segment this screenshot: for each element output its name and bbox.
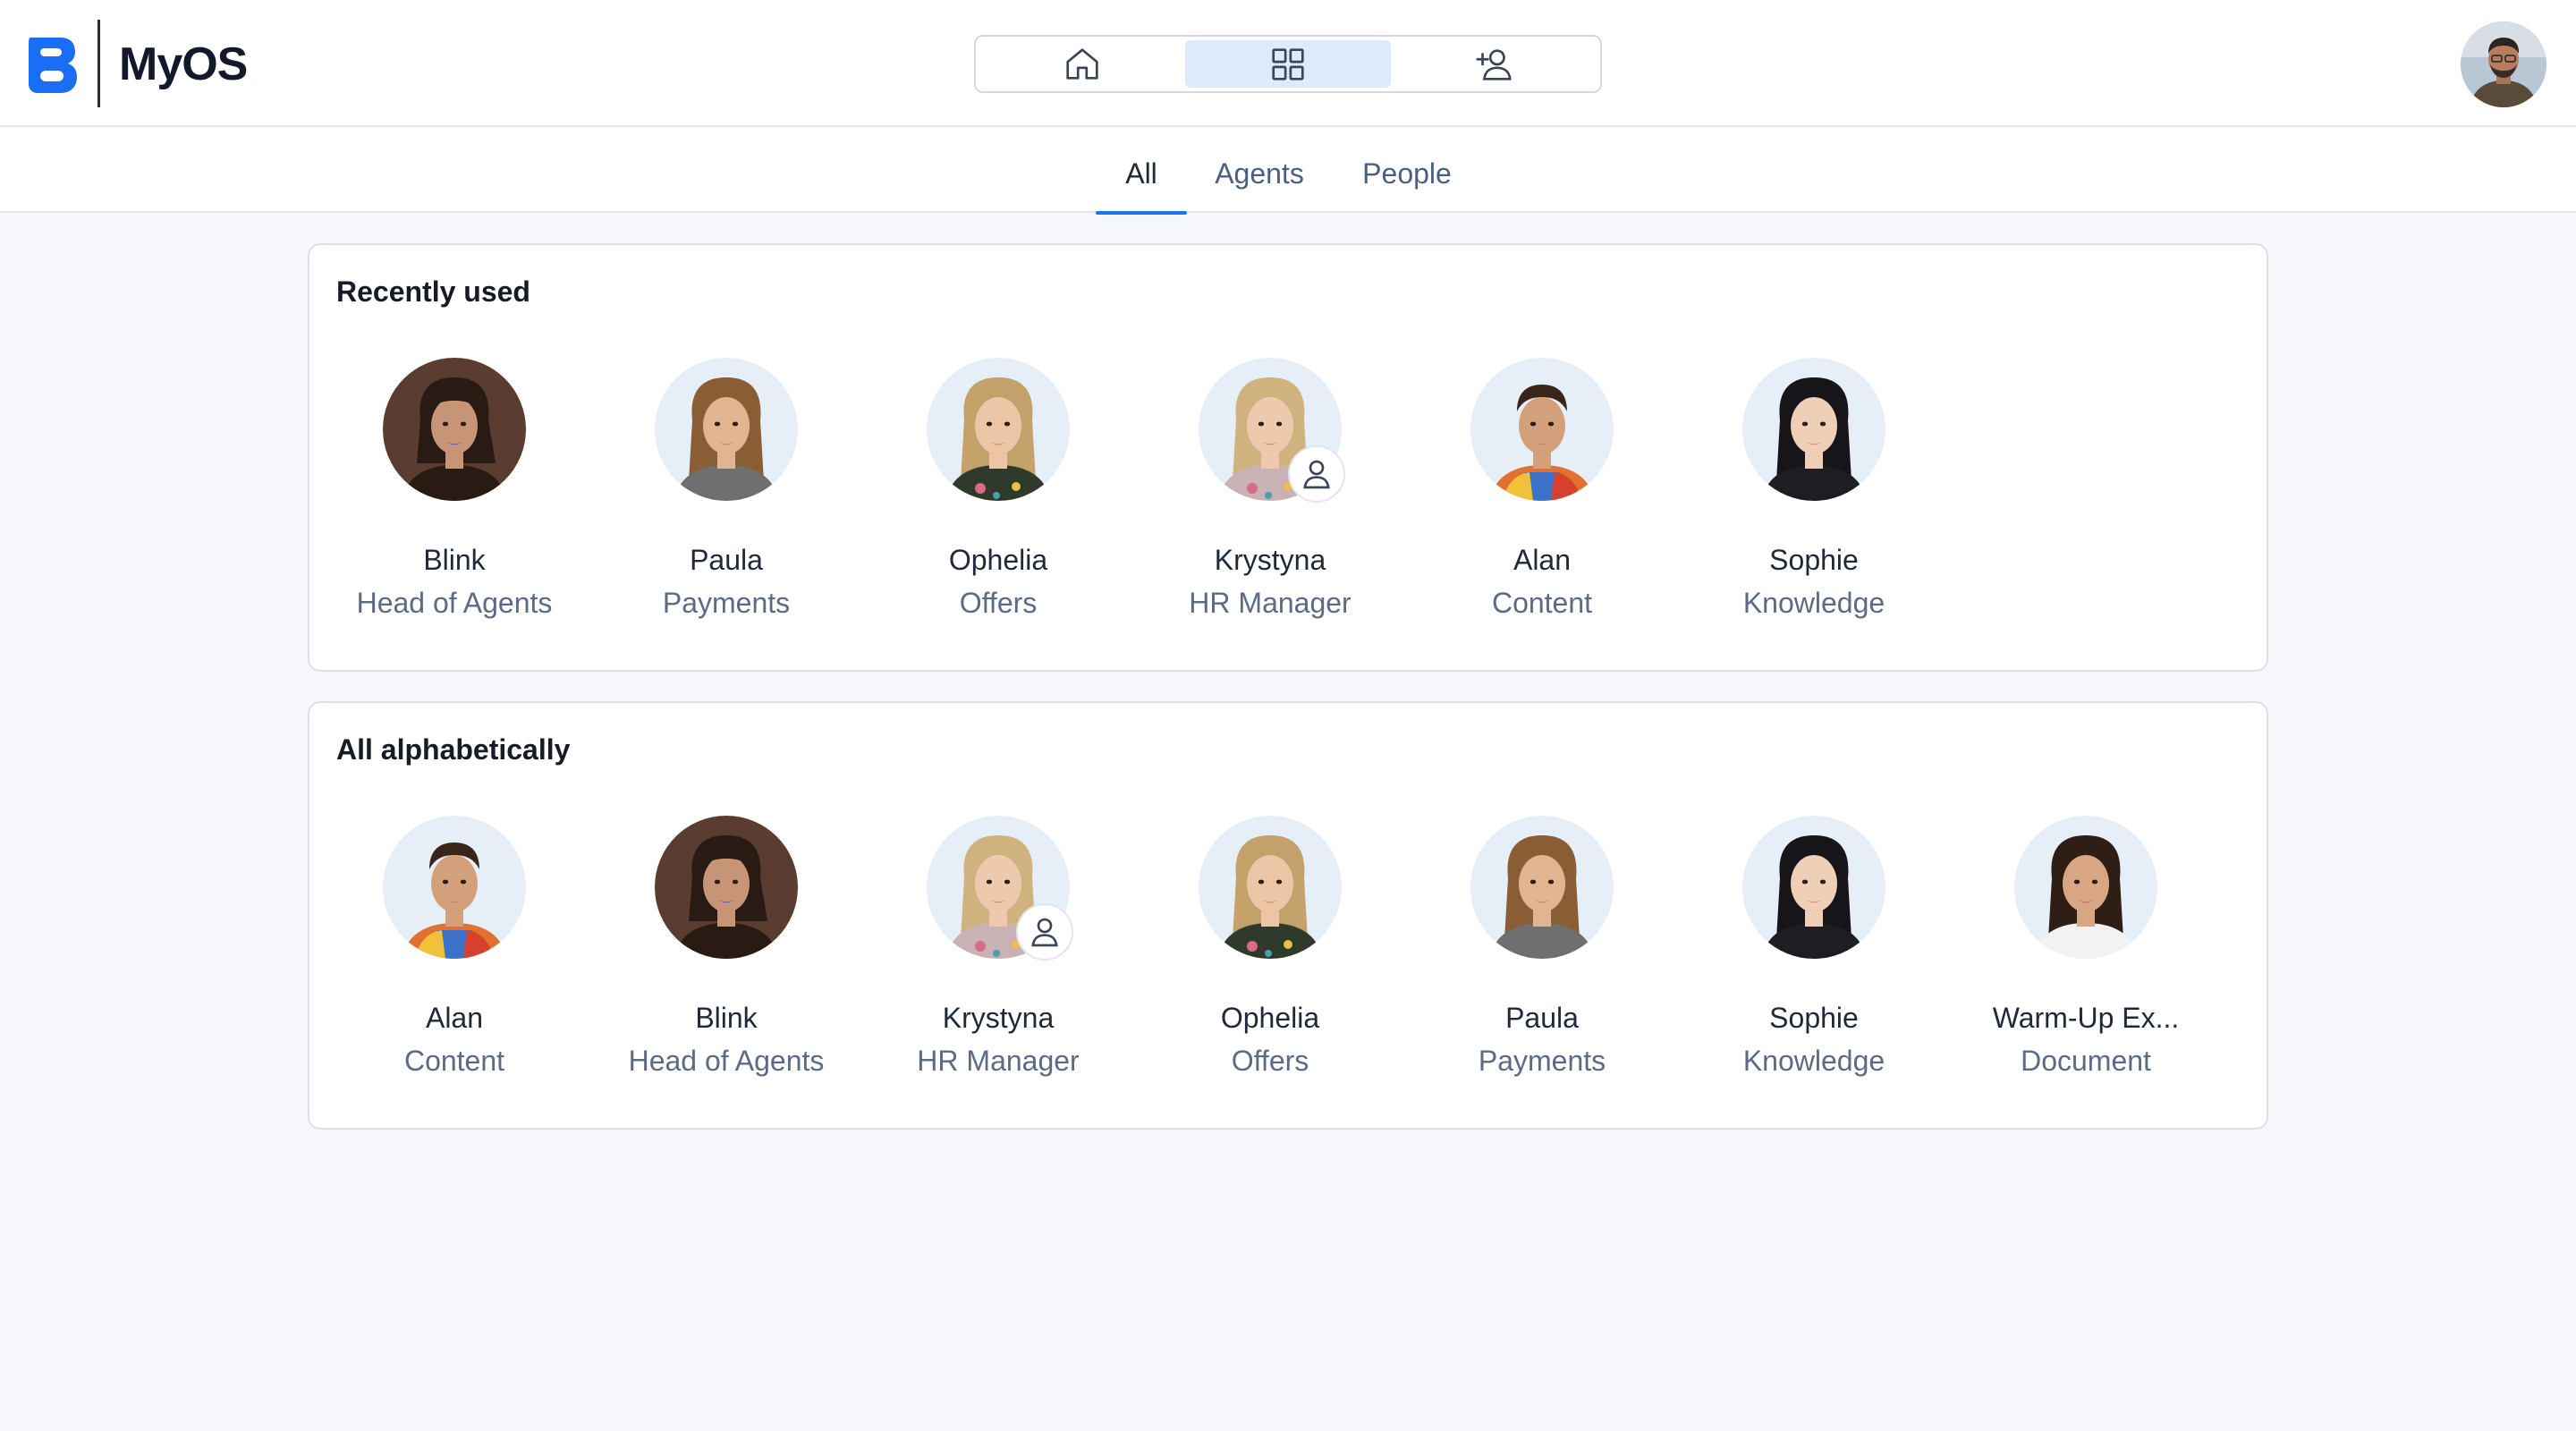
entity-role: Knowledge [1742, 1045, 1885, 1077]
myos-logo-icon[interactable] [25, 34, 80, 97]
main-nav [974, 35, 1602, 93]
avatar [1742, 816, 1885, 959]
avatar [383, 358, 526, 501]
entity-name: Alan [1513, 544, 1572, 576]
filter-tabs: All Agents People [0, 127, 2576, 215]
avatar [1470, 816, 1614, 959]
avatar [1742, 358, 1885, 501]
person-badge [1016, 903, 1073, 961]
entity-card-alan[interactable]: Alan Content [338, 816, 571, 1102]
nav-add-person-button[interactable] [1391, 40, 1597, 88]
avatar [655, 816, 798, 959]
entity-name: Paula [1505, 1002, 1579, 1034]
entity-card-paula[interactable]: Paula Payments [610, 358, 843, 644]
entity-name: Alan [425, 1002, 484, 1034]
entity-role: HR Manager [917, 1045, 1080, 1077]
section-title: All alphabetically [336, 733, 571, 766]
recently-used-section: Recently used Blink Head of Agents Paula P… [308, 243, 2268, 672]
person-icon [1303, 460, 1330, 489]
entity-name: Ophelia [1220, 1002, 1320, 1034]
entity-role: HR Manager [1189, 587, 1352, 619]
home-icon [1066, 47, 1098, 80]
entity-name: Ophelia [948, 544, 1048, 576]
entity-name: Blink [423, 544, 486, 576]
entity-role: Offers [1231, 1045, 1309, 1077]
entity-card-ophelia[interactable]: Ophelia Offers [882, 358, 1114, 644]
entity-name: Sophie [1769, 544, 1859, 576]
entity-card-alan[interactable]: Alan Content [1426, 358, 1658, 644]
nav-grid-button[interactable] [1185, 40, 1391, 88]
entity-name: Krystyna [942, 1002, 1055, 1034]
entity-role: Head of Agents [628, 1045, 825, 1077]
logo-divider [97, 20, 100, 107]
all-alphabetically-section: All alphabetically Alan Content Blink Head… [308, 701, 2268, 1130]
tab-agents[interactable]: Agents [1209, 127, 1309, 213]
entity-role: Head of Agents [356, 587, 553, 619]
avatar [2014, 816, 2157, 959]
user-profile-avatar[interactable] [2461, 21, 2546, 107]
entity-card-warmup[interactable]: Warm-Up Ex... Document [1970, 816, 2202, 1102]
avatar [1199, 816, 1342, 959]
entity-card-krystyna[interactable]: Krystyna HR Manager [1154, 358, 1386, 644]
entity-role: Payments [662, 587, 791, 619]
app-name[interactable]: MyOS [119, 38, 248, 91]
avatar [927, 358, 1070, 501]
tab-people[interactable]: People [1356, 127, 1458, 213]
person-badge [1288, 445, 1345, 503]
nav-home-button[interactable] [979, 40, 1185, 88]
section-title: Recently used [336, 275, 530, 308]
entity-card-sophie[interactable]: Sophie Knowledge [1698, 358, 1930, 644]
avatar [383, 816, 526, 959]
tab-all[interactable]: All [1096, 127, 1187, 215]
entity-name: Paula [690, 544, 763, 576]
entity-role: Payments [1478, 1045, 1606, 1077]
profile-photo [2461, 21, 2546, 107]
entity-role: Content [403, 1045, 505, 1077]
entity-name: Krystyna [1214, 544, 1326, 576]
entity-role: Document [2021, 1045, 2151, 1077]
entity-name: Blink [695, 1002, 758, 1034]
entity-name: Warm-Up Ex... [1992, 1002, 2180, 1034]
entity-card-paula[interactable]: Paula Payments [1426, 816, 1658, 1102]
entity-card-sophie[interactable]: Sophie Knowledge [1698, 816, 1930, 1102]
add-person-icon [1476, 48, 1512, 80]
avatar [655, 358, 798, 501]
entity-name: Sophie [1769, 1002, 1859, 1034]
entity-role: Knowledge [1742, 587, 1885, 619]
entity-card-krystyna[interactable]: Krystyna HR Manager [882, 816, 1114, 1102]
entity-role: Content [1491, 587, 1593, 619]
top-bar: MyOS [0, 0, 2576, 127]
grid-icon [1272, 47, 1304, 80]
avatar [1470, 358, 1614, 501]
person-icon [1031, 918, 1058, 947]
entity-card-blink[interactable]: Blink Head of Agents [610, 816, 843, 1102]
entity-card-ophelia[interactable]: Ophelia Offers [1154, 816, 1386, 1102]
entity-card-blink[interactable]: Blink Head of Agents [338, 358, 571, 644]
entity-role: Offers [959, 587, 1038, 619]
